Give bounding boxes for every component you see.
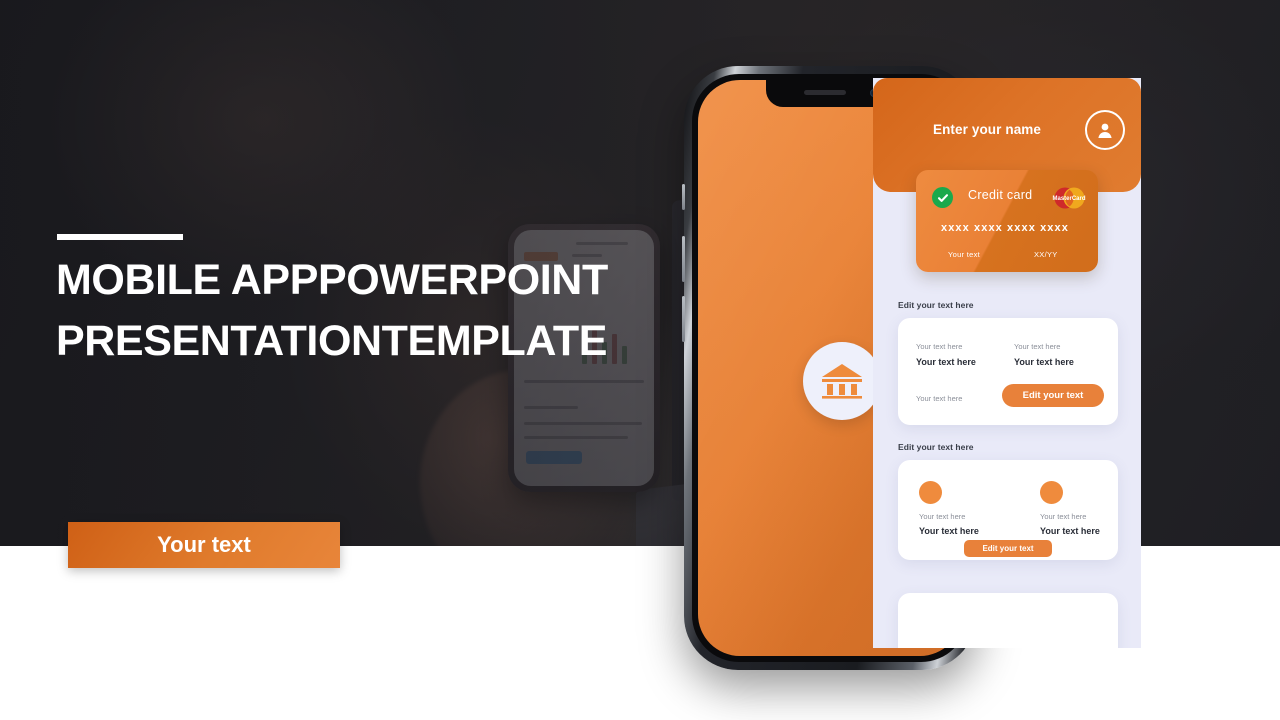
section-3-empty-card <box>898 593 1118 648</box>
enter-your-name-label: Enter your name <box>932 122 1042 137</box>
user-avatar-icon[interactable] <box>1085 110 1125 150</box>
s1-edit-your-text-button-label: Edit your text <box>1022 390 1084 401</box>
section-1-card: Your text here Your text here Your text … <box>898 318 1118 425</box>
credit-card-holder: Your text <box>948 250 981 259</box>
s2-dot-2-icon <box>1040 481 1063 504</box>
phone-volume-up-button[interactable] <box>682 236 685 282</box>
s1-edit-your-text-button[interactable]: Edit your text <box>1002 384 1104 407</box>
mastercard-logo-icon: MasterCard <box>1051 187 1087 209</box>
s2-cell-2-value: Your text here <box>1040 526 1100 536</box>
svg-text:MasterCard: MasterCard <box>1052 196 1085 202</box>
s1-cell-1-caption: Your text here <box>916 342 963 351</box>
slide-canvas: MOBILE APPPOWERPOINT PRESENTATIONTEMPLAT… <box>0 0 1280 720</box>
app-preview-panel: Enter your name Credit card MasterCard x… <box>873 78 1141 648</box>
headline-line-2: PRESENTATIONTEMPLATE <box>56 317 608 365</box>
s2-dot-1-icon <box>919 481 942 504</box>
s2-cell-1-value: Your text here <box>919 526 979 536</box>
headline-accent-rule <box>57 234 183 240</box>
section-2-label: Edit your text here <box>898 442 974 452</box>
s2-cell-1-caption: Your text here <box>919 512 966 521</box>
s2-cell-2-caption: Your text here <box>1040 512 1087 521</box>
headline-line-1: MOBILE APPPOWERPOINT <box>56 256 608 304</box>
check-circle-icon <box>932 187 953 208</box>
photo-hand <box>420 370 630 546</box>
phone-mute-switch[interactable] <box>682 184 685 210</box>
phone-volume-down-button[interactable] <box>682 296 685 342</box>
your-text-button-label: Your text <box>157 532 251 557</box>
s1-cell-2-value: Your text here <box>1014 357 1074 367</box>
credit-card-label: Credit card <box>968 188 1033 202</box>
bank-icon <box>803 342 881 420</box>
page-title: MOBILE APPPOWERPOINT PRESENTATIONTEMPLAT… <box>56 250 716 372</box>
s1-cell-2-caption: Your text here <box>1014 342 1061 351</box>
section-1-label: Edit your text here <box>898 300 974 310</box>
credit-card-number: xxxx xxxx xxxx xxxx <box>941 222 1069 234</box>
section-2-card: Your text here Your text here Your text … <box>898 460 1118 560</box>
credit-card[interactable]: Credit card MasterCard xxxx xxxx xxxx xx… <box>916 170 1098 272</box>
credit-card-expiry: XX/YY <box>1034 250 1058 259</box>
s1-cell-1-value: Your text here <box>916 357 976 367</box>
earpiece-speaker-icon <box>804 90 846 95</box>
s2-edit-your-text-button[interactable]: Edit your text <box>964 540 1052 557</box>
s1-footer-caption: Your text here <box>916 394 963 403</box>
your-text-button[interactable]: Your text <box>68 522 340 568</box>
s2-edit-your-text-button-label: Edit your text <box>982 544 1034 553</box>
